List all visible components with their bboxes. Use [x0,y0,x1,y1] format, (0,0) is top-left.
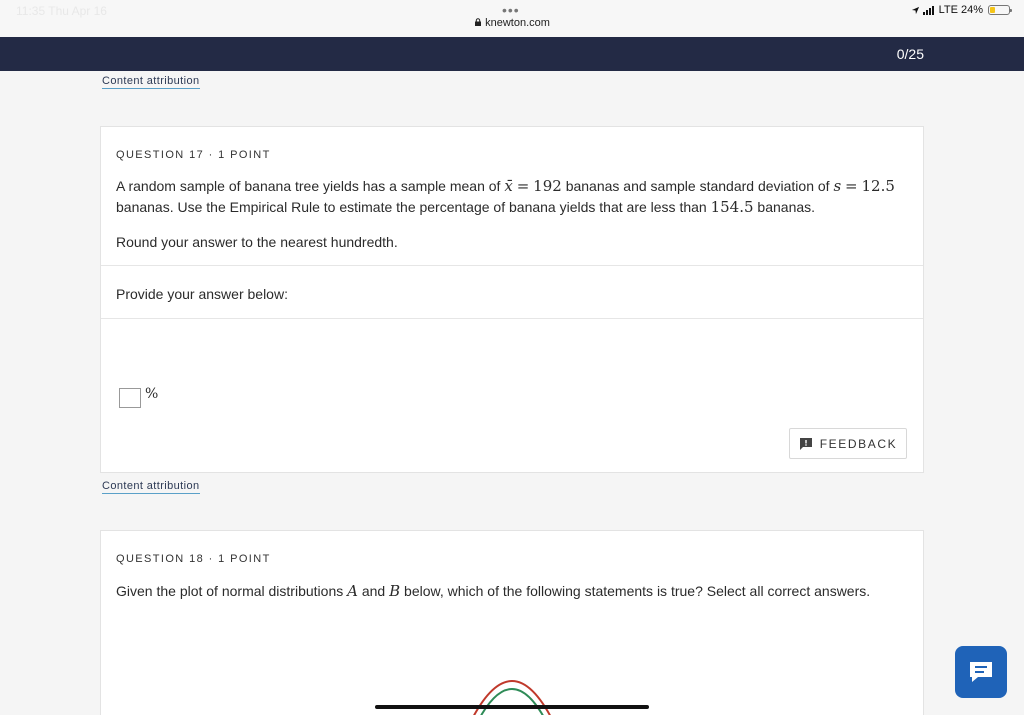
round-instruction: Round your answer to the nearest hundred… [116,234,398,250]
chat-icon [970,662,992,682]
divider [101,318,923,319]
feedback-label: FEEDBACK [819,436,898,451]
question-18-text: Given the plot of normal distributions A… [116,581,909,602]
answer-input[interactable] [119,388,141,408]
distribution-a-symbol: A [347,582,358,600]
normal-distributions-plot [375,680,649,715]
threshold-value: 154.5 [710,198,754,216]
status-time: 11:35 Thu Apr 16 [16,4,107,18]
distribution-b-symbol: B [389,582,401,600]
chat-button[interactable] [955,646,1007,698]
q18-and: and [361,583,386,599]
content-attribution-link[interactable]: Content attribution [102,75,200,89]
lock-icon [475,18,482,26]
question-18-header: QUESTION 18 · 1 POINT [116,553,271,565]
q18-text-1: Given the plot of normal distributions [116,583,344,599]
location-icon [911,6,919,14]
more-dots-icon[interactable]: ••• [502,2,520,18]
provide-answer-label: Provide your answer below: [116,286,288,302]
content-attribution-link[interactable]: Content attribution [102,480,200,494]
question-17-text: A random sample of banana tree yields ha… [116,176,909,218]
divider [101,265,923,266]
sample-sd-value: 12.5 [861,177,895,195]
signal-icon [922,5,934,15]
percent-unit: % [145,386,159,402]
equals-sign: = [845,177,858,195]
question-17-card: QUESTION 17 · 1 POINT A random sample of… [100,126,924,473]
question-18-card: QUESTION 18 · 1 POINT Given the plot of … [100,530,924,715]
xbar-symbol: x̄ [504,177,513,195]
battery-percent: 24% [960,4,983,16]
url-text: knewton.com [485,17,550,29]
url-bar[interactable]: knewton.com [0,17,1024,29]
q17-text-4: bananas. [757,199,816,215]
curve-a [473,680,551,715]
q17-text-2: bananas and sample standard deviation of [565,178,830,194]
status-indicators: LTE 24% [911,4,1012,16]
feedback-button[interactable]: FEEDBACK [789,428,907,459]
carrier-label: LTE [938,4,958,16]
assignment-header: 0/25 [0,37,1024,71]
battery-icon [988,5,1012,15]
q18-text-2: below, which of the following statements… [404,583,871,599]
question-17-header: QUESTION 17 · 1 POINT [116,149,271,161]
progress-count: 0/25 [896,46,924,62]
equals-sign: = [516,177,530,195]
feedback-icon [799,437,812,450]
sample-mean-value: 192 [533,177,562,195]
curve-b [480,688,544,715]
q17-text-3: bananas. Use the Empirical Rule to estim… [116,199,707,215]
q17-text-1: A random sample of banana tree yields ha… [116,178,501,194]
s-symbol: s [833,177,842,195]
status-bar: 11:35 Thu Apr 16 ••• knewton.com LTE 24% [0,0,1024,37]
